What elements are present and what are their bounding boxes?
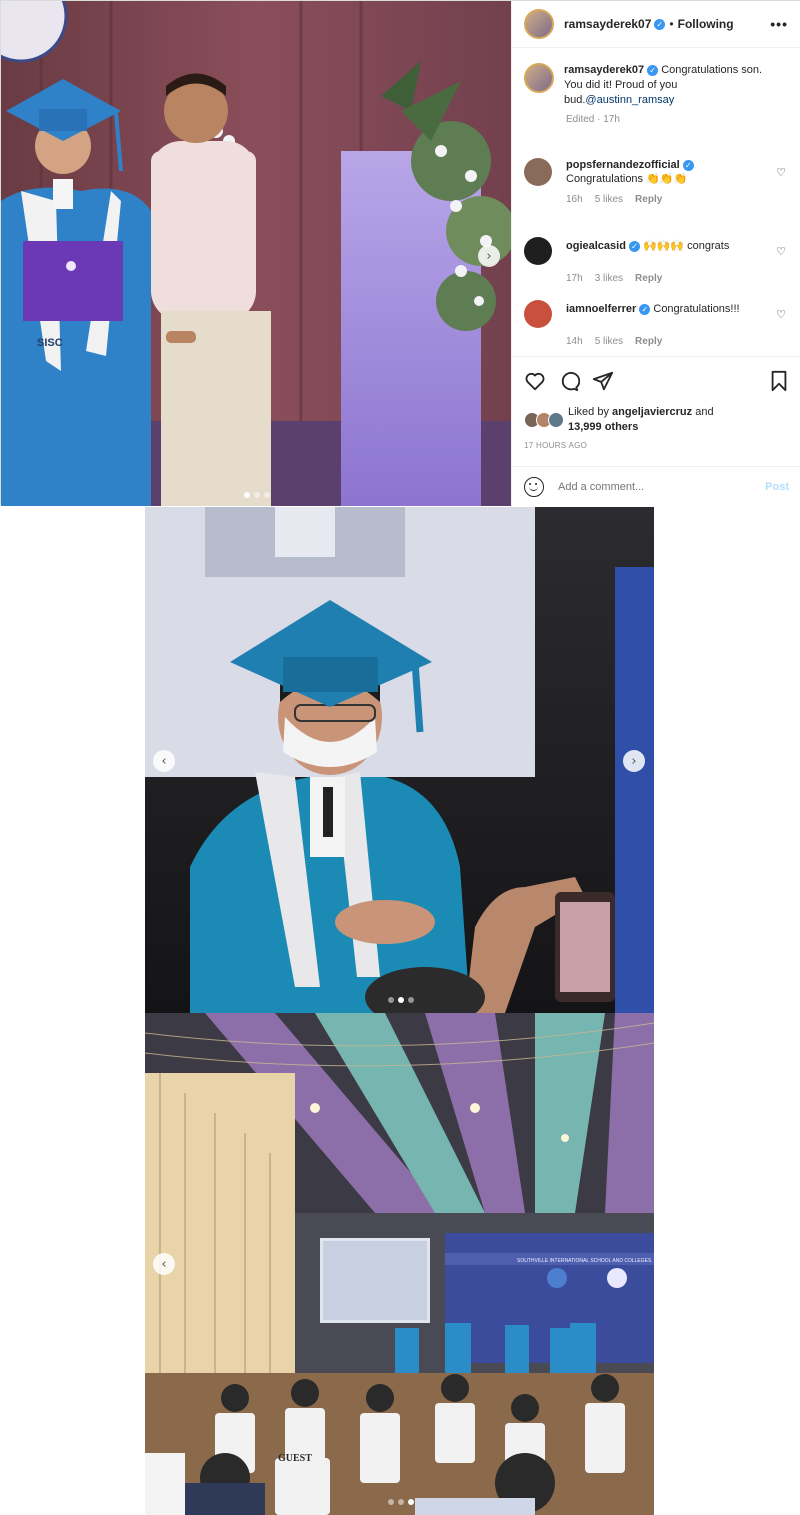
post-sidebar: ramsayderek07 ✓ • Following ••• ramsayde… (511, 1, 800, 506)
emoji-icon[interactable] (524, 476, 544, 497)
comment-meta: 16h 5 likes Reply (566, 194, 792, 205)
liked-by-text: Liked by angeljaviercruz and 13,999 othe… (568, 405, 714, 435)
post-photo-2[interactable]: ‹ › (145, 507, 654, 1013)
post-comment-button[interactable]: Post (765, 481, 789, 493)
comment-item: iamnoelferrer ✓ Congratulations!!! 14h 5 … (524, 300, 792, 347)
comment-item: ogiealcasid ✓ 🙌🙌🙌 congrats 17h 3 likes Re… (524, 237, 792, 284)
liked-by-prefix: Liked by (568, 406, 609, 418)
caption-username[interactable]: ramsayderek07 (564, 64, 644, 76)
action-icons (524, 369, 789, 393)
comment-body: iamnoelferrer ✓ Congratulations!!! (566, 300, 766, 316)
following-button[interactable]: Following (678, 17, 734, 31)
liked-by-user[interactable]: angeljaviercruz (612, 406, 692, 418)
post-actions: Liked by angeljaviercruz and 13,999 othe… (512, 356, 800, 450)
carousel-dot (254, 492, 260, 498)
comment-body: ogiealcasid ✓ 🙌🙌🙌 congrats (566, 237, 766, 253)
previous-photo-button[interactable]: ‹ (153, 1253, 175, 1275)
carousel-dot (388, 997, 394, 1003)
verified-badge-icon: ✓ (647, 64, 659, 76)
heart-icon[interactable] (524, 370, 546, 392)
bookmark-icon[interactable] (769, 370, 789, 392)
comment-text: Congratulations!!! (653, 303, 740, 315)
post-header: ramsayderek07 ✓ • Following ••• (512, 1, 800, 48)
caption-edited: Edited · 17h (566, 114, 620, 125)
liked-by: Liked by angeljaviercruz and 13,999 othe… (524, 405, 789, 435)
post-caption: ramsayderek07 ✓ Congratulations son. You … (524, 63, 789, 125)
liked-by-suffix: and (695, 406, 714, 418)
comment-username[interactable]: ogiealcasid (566, 240, 626, 252)
comment-input[interactable] (558, 480, 738, 493)
instagram-post: SISC › ramsayderek07 ✓ • Following ••• r… (0, 0, 800, 506)
carousel-dots (388, 1499, 414, 1505)
comment-likes[interactable]: 5 likes (595, 194, 623, 205)
graduate-masked-photo (145, 507, 654, 1013)
carousel-dot (408, 997, 414, 1003)
avatar[interactable] (524, 300, 552, 328)
carousel-dot (408, 1499, 414, 1505)
reply-button[interactable]: Reply (635, 336, 662, 347)
verified-badge-icon: ✓ (654, 18, 666, 30)
like-comment-heart-icon[interactable]: ♡ (776, 308, 786, 321)
comment-meta: 14h 5 likes Reply (566, 336, 792, 347)
avatar[interactable] (524, 63, 554, 93)
comment-time[interactable]: 16h (566, 194, 583, 205)
comment-icon[interactable] (558, 370, 580, 392)
comment-time[interactable]: 17h (566, 273, 583, 284)
separator: • (669, 17, 674, 31)
avatar[interactable] (524, 158, 552, 186)
caption-mention[interactable]: @austinn_ramsay (585, 94, 674, 106)
banner-text: SOUTHVILLE INTERNATIONAL SCHOOL AND COLL… (517, 1258, 652, 1264)
comment-text: 🙌🙌🙌 congrats (642, 240, 730, 252)
comment-username[interactable]: popsfernandezofficial (566, 159, 680, 171)
chair-label: GUEST (278, 1453, 312, 1464)
add-comment-bar: Post (512, 466, 800, 506)
post-time-ago[interactable]: 17 HOURS AGO (524, 441, 789, 450)
comment-meta: 17h 3 likes Reply (566, 273, 792, 284)
stole-text: SISC (37, 337, 63, 349)
carousel-dots (244, 492, 270, 498)
share-icon[interactable] (592, 370, 614, 392)
next-photo-button[interactable]: › (478, 245, 500, 267)
comment-time[interactable]: 14h (566, 336, 583, 347)
graduation-hall-photo: SOUTHVILLE INTERNATIONAL SCHOOL AND COLL… (145, 1013, 654, 1515)
others-count[interactable]: 13,999 others (568, 421, 638, 433)
carousel-dots (388, 997, 414, 1003)
carousel-dot (244, 492, 250, 498)
like-comment-heart-icon[interactable]: ♡ (776, 166, 786, 179)
verified-badge-icon: ✓ (628, 240, 640, 252)
carousel-dot (388, 1499, 394, 1505)
verified-badge-icon: ✓ (682, 159, 694, 171)
graduation-photo-father-son: SISC (1, 1, 511, 506)
verified-badge-icon: ✓ (639, 303, 651, 315)
carousel-dot (398, 1499, 404, 1505)
comment-item: popsfernandezofficial ✓ Congratulations 👏… (524, 158, 792, 205)
comment-likes[interactable]: 3 likes (595, 273, 623, 284)
previous-photo-button[interactable]: ‹ (153, 750, 175, 772)
avatar[interactable] (524, 9, 554, 39)
post-photo-3[interactable]: SOUTHVILLE INTERNATIONAL SCHOOL AND COLL… (145, 1013, 654, 1515)
like-comment-heart-icon[interactable]: ♡ (776, 245, 786, 258)
caption-text-block: ramsayderek07 ✓ Congratulations son. You … (564, 63, 779, 108)
comment-likes[interactable]: 5 likes (595, 336, 623, 347)
more-options-icon[interactable]: ••• (770, 16, 788, 32)
post-photo-1[interactable]: SISC › (1, 1, 511, 506)
post-username[interactable]: ramsayderek07 (564, 17, 651, 31)
comment-username[interactable]: iamnoelferrer (566, 303, 636, 315)
avatar[interactable] (524, 237, 552, 265)
reply-button[interactable]: Reply (635, 273, 662, 284)
carousel-dot (264, 492, 270, 498)
next-photo-button[interactable]: › (623, 750, 645, 772)
comment-text: Congratulations 👏👏👏 (566, 173, 688, 185)
reply-button[interactable]: Reply (635, 194, 662, 205)
comment-body: popsfernandezofficial ✓ Congratulations 👏… (566, 158, 766, 186)
avatar (548, 412, 564, 428)
liked-by-avatars (524, 412, 568, 428)
carousel-dot (398, 997, 404, 1003)
